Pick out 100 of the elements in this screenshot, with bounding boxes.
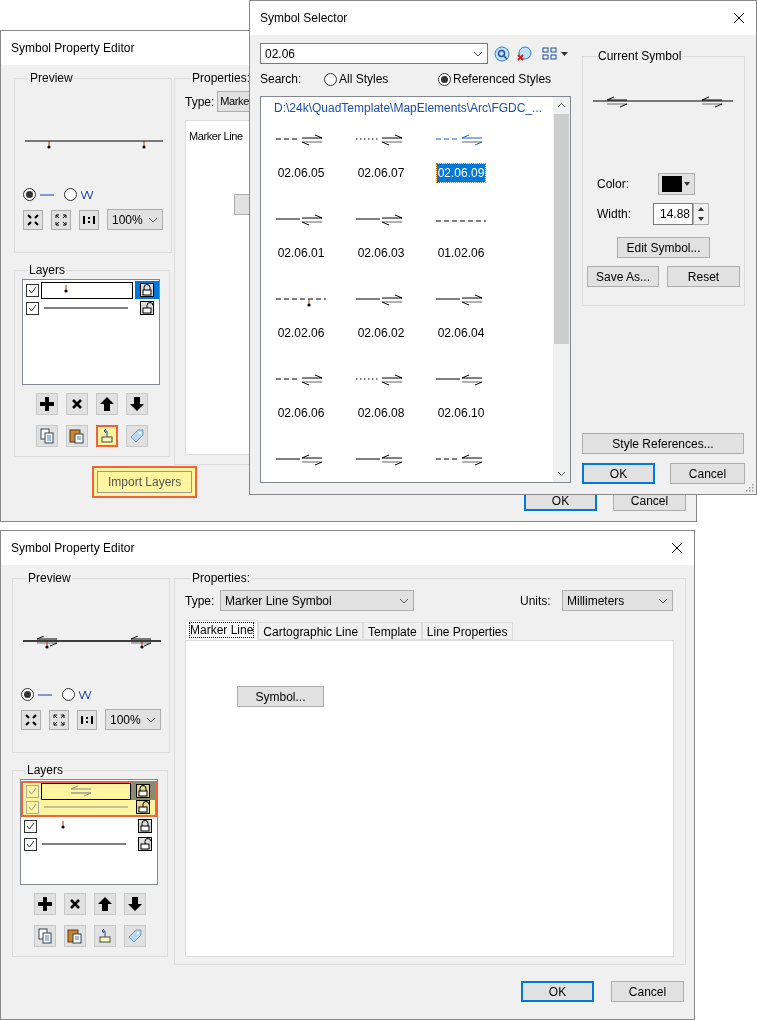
- tag-icon: [127, 928, 143, 944]
- type-dropdown[interactable]: Marker Line Symbol: [220, 590, 414, 611]
- symbol-name[interactable]: 02.06.05: [276, 164, 326, 182]
- view-grid-icon[interactable]: [542, 45, 558, 62]
- lock-button[interactable]: [131, 782, 155, 800]
- layer-tool-button[interactable]: [94, 893, 116, 915]
- layer-row[interactable]: [23, 281, 159, 299]
- color-label: Color:: [597, 176, 630, 193]
- checkbox[interactable]: [26, 784, 39, 798]
- layer-row[interactable]: [21, 781, 157, 799]
- reset-button[interactable]: Reset: [667, 266, 740, 287]
- style-path: D:\24k\QuadTemplate\MapElements\Arc\FGDC_...: [273, 100, 544, 117]
- tab[interactable]: Line Properties: [421, 622, 513, 640]
- tab[interactable]: Template: [363, 622, 422, 640]
- symbol-name[interactable]: 02.06.08: [356, 404, 406, 422]
- zoom-dropdown[interactable]: 100%: [105, 709, 161, 730]
- symbol-button[interactable]: Symbol...: [237, 686, 324, 707]
- checkbox[interactable]: [26, 301, 39, 315]
- color-picker[interactable]: [658, 173, 695, 195]
- symbol-name[interactable]: 02.06.03: [356, 244, 406, 262]
- radio-button[interactable]: [324, 72, 337, 86]
- checkbox[interactable]: [24, 837, 37, 851]
- style-references-button[interactable]: Style References...: [582, 433, 744, 454]
- scroll-thumb[interactable]: [554, 114, 569, 344]
- width-field[interactable]: 14.88: [653, 203, 693, 225]
- layer-tool-button[interactable]: [126, 393, 148, 415]
- symbol-name[interactable]: 02.06.09: [436, 164, 486, 182]
- zoom-out-button[interactable]: [51, 209, 71, 230]
- dialog-button[interactable]: OK: [521, 981, 594, 1002]
- radio-button[interactable]: [64, 188, 77, 201]
- zoom-in-button[interactable]: [23, 209, 43, 230]
- group-title: Properties:: [191, 71, 252, 85]
- layer-tool-button[interactable]: [64, 893, 86, 915]
- layer-tool-button[interactable]: [36, 393, 58, 415]
- chevron-icon: [473, 50, 483, 57]
- radio-button[interactable]: [62, 688, 75, 701]
- symbol-name[interactable]: 02.06.04: [436, 324, 486, 342]
- search-icon[interactable]: [494, 45, 510, 62]
- arrow-up-icon: [99, 396, 115, 412]
- window-title: Symbol Selector: [260, 10, 348, 27]
- expand-arrows-icon: [55, 213, 67, 226]
- actual-size-button[interactable]: [77, 709, 97, 730]
- import-icon: [99, 428, 115, 444]
- expand-arrows-icon: [53, 713, 65, 726]
- units-dropdown[interactable]: Millimeters: [562, 590, 673, 611]
- symbol-name[interactable]: 02.06.10: [436, 404, 486, 422]
- tag-icon: [129, 428, 145, 444]
- import-icon: [97, 928, 113, 944]
- clear-search-icon[interactable]: [516, 45, 532, 62]
- layer-tool-button[interactable]: [34, 893, 56, 915]
- actual-size-button[interactable]: [79, 209, 99, 230]
- lock-button[interactable]: [135, 281, 159, 299]
- close-icon[interactable]: [671, 542, 683, 554]
- tooltip: Import Layers: [92, 466, 198, 498]
- resize-grip-icon[interactable]: [744, 482, 754, 492]
- dialog-button[interactable]: Cancel: [611, 981, 684, 1002]
- layer-tool-button[interactable]: [96, 393, 118, 415]
- zoom-out-button[interactable]: [49, 709, 69, 730]
- layer-tool-button[interactable]: [66, 393, 88, 415]
- window-title: Symbol Property Editor: [11, 540, 135, 557]
- shrink-arrows-icon: [25, 713, 37, 726]
- zoom-dropdown[interactable]: 100%: [107, 209, 163, 230]
- radio-button[interactable]: [438, 72, 451, 86]
- checkbox[interactable]: [26, 283, 39, 297]
- symbol-name[interactable]: 02.06.01: [276, 244, 326, 262]
- caret-icon[interactable]: [561, 51, 568, 56]
- copy-icon: [39, 428, 55, 444]
- zoom-in-button[interactable]: [21, 709, 41, 730]
- checkbox[interactable]: [26, 800, 39, 814]
- one-to-one-icon: [81, 714, 93, 725]
- type-label: Type:: [185, 93, 215, 111]
- symbol-name[interactable]: 02.06.06: [276, 404, 326, 422]
- layer-tool-button[interactable]: [124, 893, 146, 915]
- one-to-one-icon: [83, 214, 95, 225]
- radio-button[interactable]: [21, 688, 34, 701]
- scrollbar[interactable]: [553, 97, 570, 482]
- symbol-name[interactable]: 01.02.06: [436, 244, 486, 262]
- radio-button[interactable]: [23, 188, 36, 201]
- layer-row[interactable]: [21, 799, 157, 817]
- tab[interactable]: Cartographic Line: [258, 622, 364, 640]
- dialog-button[interactable]: OK: [582, 463, 655, 484]
- plus-icon: [37, 896, 53, 912]
- checkbox[interactable]: [24, 819, 37, 833]
- close-icon[interactable]: [733, 12, 745, 24]
- spin-up-icon: [698, 207, 704, 211]
- arrow-down-icon: [127, 896, 143, 912]
- group-title: Layers: [28, 263, 67, 277]
- edit-symbol-button[interactable]: Edit Symbol...: [617, 237, 710, 258]
- plus-icon: [39, 396, 55, 412]
- window-title: Symbol Property Editor: [11, 40, 135, 57]
- search-field[interactable]: 02.06: [260, 43, 488, 64]
- width-label: Width:: [597, 206, 632, 223]
- save-as-button[interactable]: Save As...: [587, 266, 659, 287]
- symbol-name[interactable]: 02.06.07: [356, 164, 406, 182]
- dialog-button[interactable]: Cancel: [670, 463, 745, 484]
- symbol-name[interactable]: 02.06.02: [356, 324, 406, 342]
- spinner[interactable]: [693, 203, 709, 225]
- symbol-name[interactable]: 02.02.06: [276, 324, 326, 342]
- tab[interactable]: Marker Line: [185, 620, 259, 640]
- arrow-down-icon: [129, 396, 145, 412]
